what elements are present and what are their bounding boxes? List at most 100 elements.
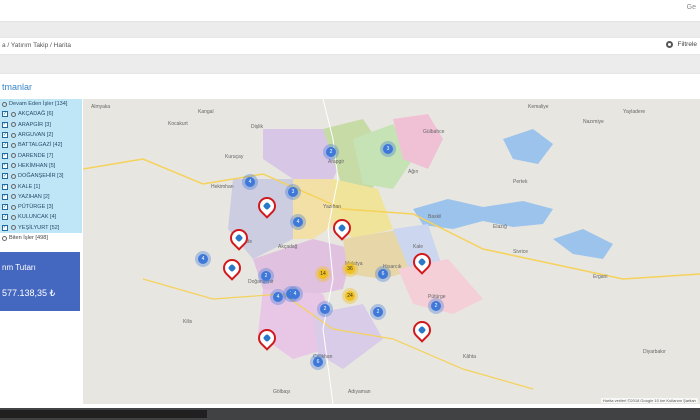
tree-root-ongoing[interactable]: Devam Eden İşler [134] bbox=[0, 99, 82, 110]
checkbox-icon[interactable]: ✓ bbox=[2, 183, 8, 190]
tree-item-label: KULUNCAK [4] bbox=[18, 214, 57, 221]
map-cluster[interactable]: 4 bbox=[273, 292, 283, 302]
gear-icon bbox=[11, 184, 16, 190]
map-place: Adıyaman bbox=[348, 389, 371, 395]
map-place: Kangal bbox=[198, 109, 214, 115]
gear-icon bbox=[11, 204, 16, 210]
map-place: Kuruçay bbox=[225, 154, 244, 160]
tree-item[interactable]: ✓ YEŞİLYURT [52] bbox=[0, 222, 82, 233]
tree-item-label: HEKİMHAN [5] bbox=[18, 162, 56, 169]
total-amount-value: 577.138,35 ₺ bbox=[2, 288, 56, 298]
tree-item-label: DOĞANŞEHİR [3] bbox=[18, 173, 64, 180]
map-place: Akçadağ bbox=[278, 244, 298, 250]
map-cluster[interactable]: 2 bbox=[373, 307, 383, 317]
gear-icon bbox=[11, 225, 16, 231]
tree-item-label: BATTALGAZİ [42] bbox=[18, 142, 63, 149]
tree-item[interactable]: ✓ BATTALGAZİ [42] bbox=[0, 140, 82, 151]
horizontal-scrollbar[interactable] bbox=[0, 410, 207, 418]
filter-button-label: Filtrele bbox=[677, 41, 697, 48]
map-cluster[interactable]: 4 bbox=[245, 177, 255, 187]
tree-item-label: PÜTÜRGE [3] bbox=[18, 204, 54, 211]
map-place: Dişlik bbox=[251, 124, 263, 130]
gear-icon bbox=[11, 153, 16, 159]
tree-item[interactable]: ✓ KULUNCAK [4] bbox=[0, 212, 82, 223]
tree-item[interactable]: ✓ ARGUVAN [2] bbox=[0, 129, 82, 141]
map-place: Elazığ bbox=[493, 224, 507, 230]
checkbox-icon[interactable]: ✓ bbox=[2, 224, 8, 231]
map-place: Pütürge bbox=[428, 294, 446, 300]
map-cluster[interactable]: 4 bbox=[198, 254, 208, 264]
map-credit: Harita verileri ©2018 Google 10 km Kulla… bbox=[600, 398, 698, 403]
map-place: Kocakurt bbox=[168, 121, 188, 127]
map-place: Kâhta bbox=[463, 354, 477, 360]
map-cluster[interactable]: 3 bbox=[383, 144, 393, 154]
map-panel: tmanlar Devam Eden İşler [134] ✓ AKÇADAĞ … bbox=[0, 73, 700, 408]
checkbox-icon[interactable]: ✓ bbox=[2, 193, 8, 200]
map-place: Kale bbox=[413, 244, 424, 250]
map-view[interactable]: Almyaka Kocakurt Kangal Dişlik Gülbahce … bbox=[83, 99, 700, 404]
map-place: Nazımiye bbox=[583, 119, 604, 125]
map-place: Ergani bbox=[593, 274, 608, 280]
map-place: Kilis bbox=[183, 319, 193, 325]
map-place: Ağın bbox=[408, 169, 419, 175]
checkbox-icon[interactable]: ✓ bbox=[2, 142, 8, 149]
tree-item[interactable]: ✓ DARENDE [7] bbox=[0, 150, 82, 161]
map-cluster[interactable]: 6 bbox=[378, 269, 388, 279]
tree-item[interactable]: ✓ HEKİMHAN [5] bbox=[0, 160, 82, 172]
map-cluster[interactable]: 2 bbox=[431, 301, 441, 311]
gear-icon bbox=[11, 122, 16, 128]
map-cluster[interactable]: 4 bbox=[293, 217, 303, 227]
gear-icon bbox=[11, 132, 16, 138]
map-place: Sivrice bbox=[513, 249, 529, 255]
map-place: Yazıhan bbox=[323, 204, 341, 210]
map-cluster[interactable]: 14 bbox=[318, 269, 328, 279]
map-cluster[interactable]: 4 bbox=[290, 289, 300, 299]
map-cluster[interactable]: 36 bbox=[345, 264, 355, 274]
checkbox-icon[interactable]: ✓ bbox=[2, 111, 8, 118]
map-place: Almyaka bbox=[91, 104, 111, 110]
tree-item[interactable]: ✓ ARAPGİR [3] bbox=[0, 119, 82, 130]
checkbox-icon[interactable]: ✓ bbox=[2, 152, 8, 159]
map-cluster[interactable]: 6 bbox=[313, 357, 323, 367]
total-amount-label: nm Tutarı bbox=[2, 263, 36, 272]
tree-item[interactable]: ✓ YAZIHAN [2] bbox=[0, 191, 82, 202]
tree-root-label: Devam Eden İşler [134] bbox=[9, 101, 68, 108]
gear-icon bbox=[666, 41, 674, 48]
checkbox-icon[interactable]: ✓ bbox=[2, 204, 8, 211]
gear-icon bbox=[11, 173, 16, 179]
top-bar: Ge bbox=[0, 0, 700, 22]
map-cluster[interactable]: 3 bbox=[288, 187, 298, 197]
checkbox-icon[interactable]: ✓ bbox=[2, 121, 8, 128]
breadcrumb[interactable]: a / Yatırım Takip / Harita bbox=[2, 42, 71, 49]
tree-root-finished[interactable]: Biten İşler [498] bbox=[0, 232, 82, 244]
checkbox-icon[interactable]: ✓ bbox=[2, 173, 8, 180]
map-place: Pertek bbox=[513, 179, 528, 185]
tree-item[interactable]: ✓ PÜTÜRGE [3] bbox=[0, 201, 82, 213]
tree-item[interactable]: ✓ KALE [1] bbox=[0, 181, 82, 192]
tree-item-label: AKÇADAĞ [6] bbox=[18, 111, 54, 118]
total-amount-card: nm Tutarı 577.138,35 ₺ bbox=[0, 252, 80, 311]
filter-button[interactable]: Filtrele bbox=[666, 41, 697, 48]
folder-icon bbox=[2, 235, 7, 241]
tree-item[interactable]: ✓ AKÇADAĞ [6] bbox=[0, 109, 82, 120]
map-cluster[interactable]: 2 bbox=[326, 147, 336, 157]
tree-item-label: KALE [1] bbox=[18, 183, 41, 190]
map-place: Gülbahce bbox=[423, 129, 445, 135]
map-cluster[interactable]: 2 bbox=[320, 304, 330, 314]
tree-item-label: YAZIHAN [2] bbox=[18, 193, 50, 200]
map-place: Hekimhan bbox=[211, 184, 234, 190]
map-place: Baskil bbox=[428, 214, 442, 220]
map-cluster[interactable]: 2 bbox=[261, 271, 271, 281]
gear-icon bbox=[11, 163, 16, 169]
checkbox-icon[interactable]: ✓ bbox=[2, 132, 8, 139]
checkbox-icon[interactable]: ✓ bbox=[2, 214, 8, 221]
checkbox-icon[interactable]: ✓ bbox=[2, 162, 8, 169]
map-place: Gölbaşı bbox=[273, 389, 291, 395]
tree-item[interactable]: ✓ DOĞANŞEHİR [3] bbox=[0, 171, 82, 182]
user-menu[interactable]: Ge bbox=[687, 4, 696, 11]
map-cluster[interactable]: 24 bbox=[345, 291, 355, 301]
gear-icon bbox=[11, 194, 16, 200]
gear-icon bbox=[11, 214, 16, 220]
map-place: Diyarbakır bbox=[643, 349, 666, 355]
gear-icon bbox=[11, 142, 16, 148]
